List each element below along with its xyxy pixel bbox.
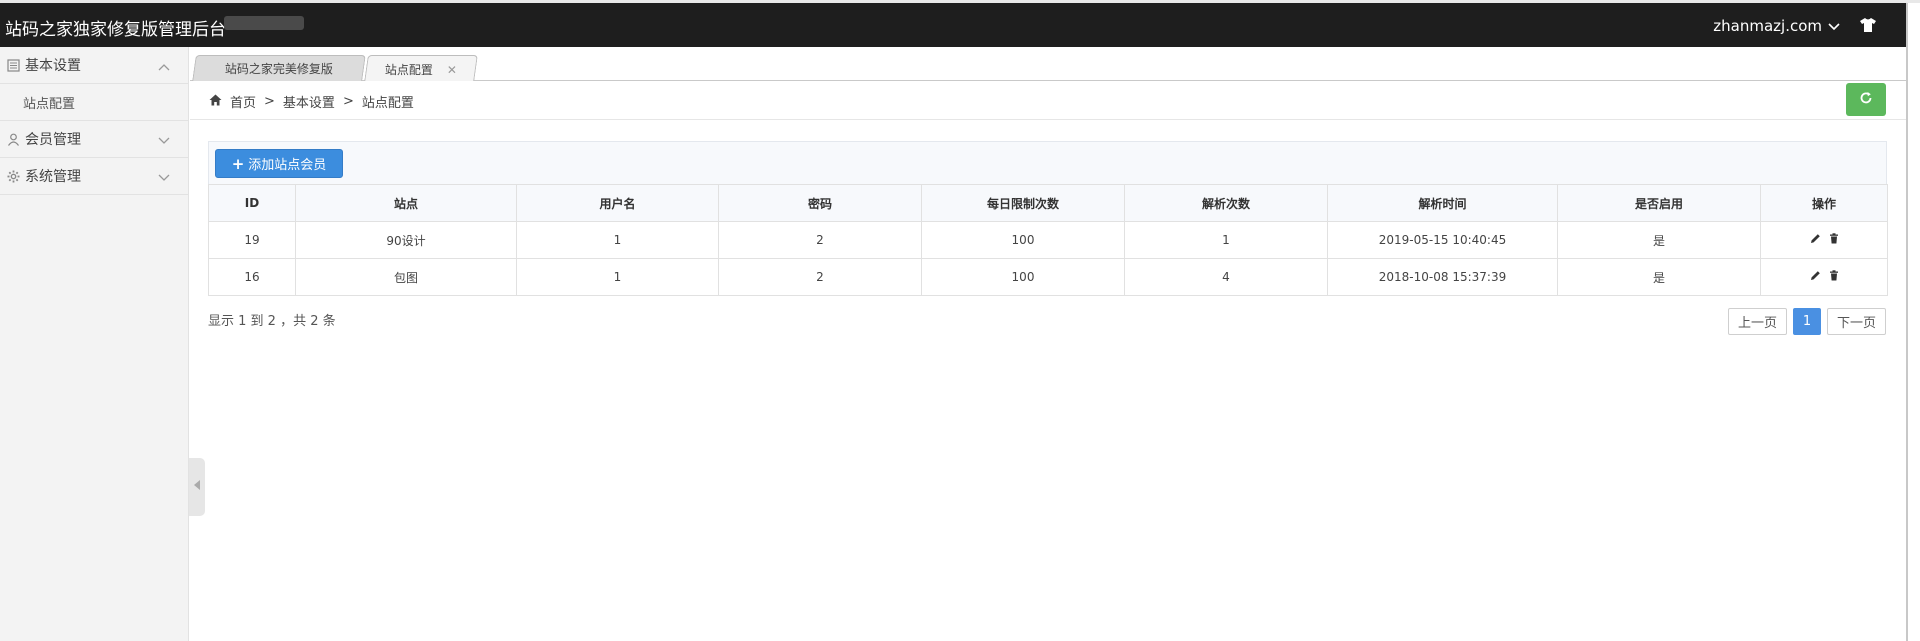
user-name: zhanmazj.com [1713, 17, 1822, 35]
cell-enabled: 是 [1557, 221, 1761, 259]
trash-icon[interactable] [1829, 270, 1839, 284]
cell-daily-limit: 100 [921, 258, 1125, 296]
tab-home[interactable]: 站码之家完美修复版 [192, 55, 366, 81]
sidebar-item-label: 基本设置 [25, 58, 81, 74]
breadcrumb-separator: > [342, 94, 354, 109]
chevron-down-icon [158, 133, 170, 149]
caret-left-icon [193, 479, 201, 495]
column-header[interactable]: 是否启用 [1557, 184, 1761, 222]
cell-site: 包图 [295, 258, 517, 296]
column-header: 操作 [1760, 184, 1888, 222]
plus-icon: + [231, 154, 245, 173]
chevron-down-icon [1828, 17, 1840, 35]
close-icon[interactable]: ✕ [447, 62, 457, 76]
breadcrumb-home[interactable]: 首页 [230, 92, 256, 111]
breadcrumb-current: 站点配置 [361, 96, 414, 111]
sidebar-item-member-management[interactable]: 会员管理 [0, 121, 188, 158]
cell-site: 90设计 [295, 221, 517, 259]
column-header[interactable]: ID [208, 184, 296, 222]
refresh-button[interactable] [1846, 83, 1886, 116]
breadcrumb-basic-settings[interactable]: 基本设置 [283, 92, 335, 111]
sidebar: 基本设置 站点配置 会员管理 系统管理 [0, 47, 189, 641]
cell-password: 2 [718, 221, 922, 259]
breadcrumb: 首页 > 基本设置 > 站点配置 [209, 92, 414, 111]
column-header[interactable]: 解析时间 [1327, 184, 1558, 222]
sidebar-item-basic-settings[interactable]: 基本设置 [0, 47, 188, 84]
breadcrumb-bar: 首页 > 基本设置 > 站点配置 [190, 81, 1906, 120]
cell-password: 2 [718, 258, 922, 296]
gear-icon [5, 168, 21, 184]
user-icon [5, 131, 21, 147]
tshirt-icon[interactable] [1858, 15, 1878, 35]
pagination: 上一页 1 下一页 [1727, 308, 1886, 335]
table-toolbar: + 添加站点会员 [208, 141, 1887, 184]
column-header[interactable]: 站点 [295, 184, 517, 222]
sidebar-subitem-label: 站点配置 [23, 96, 76, 112]
tab-site-config[interactable]: 站点配置 ✕ [364, 55, 478, 82]
cell-parse-count: 4 [1124, 258, 1328, 296]
column-header[interactable]: 用户名 [516, 184, 719, 222]
column-header[interactable]: 解析次数 [1124, 184, 1328, 222]
table-row: 19 90设计 1 2 100 1 2019-05-15 10:40:45 是 [208, 221, 1888, 259]
cell-parse-time: 2019-05-15 10:40:45 [1327, 221, 1558, 259]
sidebar-collapse-toggle[interactable] [189, 458, 205, 516]
cell-id: 19 [208, 221, 296, 259]
cell-enabled: 是 [1557, 258, 1761, 296]
page-number-button[interactable]: 1 [1792, 308, 1821, 335]
home-icon [209, 94, 222, 110]
cell-actions [1760, 221, 1888, 259]
tab-label: 站点配置 [384, 62, 433, 77]
user-menu[interactable]: zhanmazj.com [1713, 17, 1840, 35]
top-navbar: 站码之家独家修复版管理后台 zhanmazj.com [0, 0, 1920, 47]
window-edge [1906, 3, 1920, 641]
cell-id: 16 [208, 258, 296, 296]
prev-page-button[interactable]: 上一页 [1727, 308, 1787, 335]
tab-label: 站码之家完美修复版 [224, 62, 333, 76]
column-header[interactable]: 每日限制次数 [921, 184, 1125, 222]
next-page-button[interactable]: 下一页 [1826, 308, 1886, 335]
list-icon [5, 57, 21, 73]
redacted-block [224, 16, 304, 30]
member-table: ID 站点 用户名 密码 每日限制次数 解析次数 解析时间 是否启用 操作 19… [208, 184, 1888, 296]
chevron-up-icon [158, 59, 170, 75]
cell-username: 1 [516, 258, 719, 296]
app-title: 站码之家独家修复版管理后台 [5, 20, 226, 40]
page-tabs: 站码之家完美修复版 站点配置 ✕ [190, 47, 1906, 82]
cell-daily-limit: 100 [921, 221, 1125, 259]
table-row: 16 包图 1 2 100 4 2018-10-08 15:37:39 是 [208, 258, 1888, 296]
edit-icon[interactable] [1810, 233, 1821, 247]
cell-parse-count: 1 [1124, 221, 1328, 259]
cell-parse-time: 2018-10-08 15:37:39 [1327, 258, 1558, 296]
sidebar-item-label: 会员管理 [25, 132, 81, 148]
add-site-member-button[interactable]: + 添加站点会员 [215, 149, 343, 178]
refresh-icon [1859, 91, 1873, 109]
column-header[interactable]: 密码 [718, 184, 922, 222]
breadcrumb-separator: > [264, 94, 275, 109]
cell-actions [1760, 258, 1888, 296]
trash-icon[interactable] [1829, 233, 1839, 247]
data-panel: + 添加站点会员 ID 站点 用户名 密码 每日限制次数 解析次数 解析时间 是… [208, 141, 1888, 296]
add-button-label: 添加站点会员 [248, 158, 327, 173]
cell-username: 1 [516, 221, 719, 259]
edit-icon[interactable] [1810, 270, 1821, 284]
sidebar-item-system-management[interactable]: 系统管理 [0, 158, 188, 195]
sidebar-item-label: 系统管理 [25, 169, 81, 185]
chevron-down-icon [158, 170, 170, 186]
table-header-row: ID 站点 用户名 密码 每日限制次数 解析次数 解析时间 是否启用 操作 [208, 184, 1888, 222]
pagination-summary: 显示 1 到 2 ，共 2 条 [208, 314, 336, 329]
sidebar-subitem-site-config[interactable]: 站点配置 [0, 84, 188, 121]
